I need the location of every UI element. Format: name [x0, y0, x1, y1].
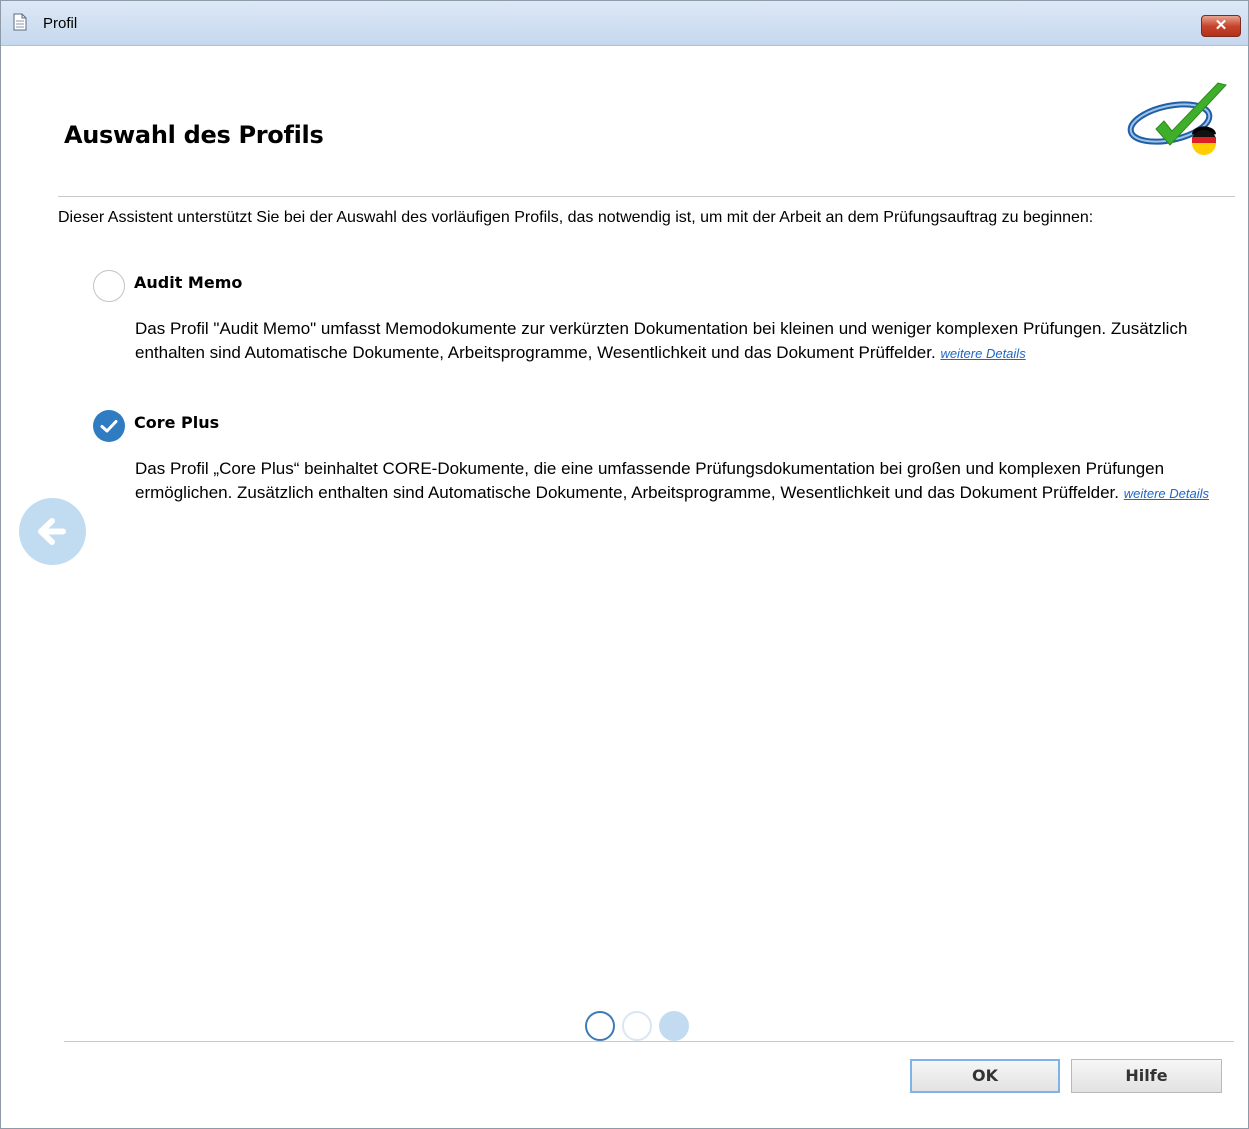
audit-memo-details-link[interactable]: weitere Details [940, 346, 1025, 361]
window-title: Profil [43, 15, 78, 32]
core-plus-details-link[interactable]: weitere Details [1124, 486, 1209, 501]
audit-memo-description-text: Das Profil "Audit Memo" umfasst Memodoku… [135, 319, 1188, 362]
step-2-dot [622, 1011, 652, 1041]
close-button[interactable]: ✕ [1201, 15, 1241, 37]
step-indicator [583, 1011, 693, 1043]
audit-memo-description: Das Profil "Audit Memo" umfasst Memodoku… [135, 317, 1220, 366]
page-title: Auswahl des Profils [64, 121, 324, 149]
header-divider [58, 196, 1235, 197]
step-1-dot [585, 1011, 615, 1041]
checkmark-logo-icon [1127, 82, 1227, 155]
audit-memo-radio[interactable] [93, 270, 125, 302]
back-button[interactable] [19, 498, 86, 565]
footer-divider [64, 1041, 1234, 1042]
step-3-dot [659, 1011, 689, 1041]
ok-button[interactable]: OK [910, 1059, 1060, 1093]
profile-dialog: Profil ✕ Auswahl des Profils Dieser Assi… [0, 0, 1249, 1129]
help-button[interactable]: Hilfe [1071, 1059, 1222, 1093]
core-plus-description-text: Das Profil „Core Plus“ beinhaltet CORE-D… [135, 459, 1165, 502]
core-plus-description: Das Profil „Core Plus“ beinhaltet CORE-D… [135, 457, 1220, 506]
document-icon [13, 13, 27, 31]
core-plus-title[interactable]: Core Plus [134, 413, 219, 432]
intro-text: Dieser Assistent unterstützt Sie bei der… [58, 209, 1094, 226]
core-plus-radio[interactable] [93, 410, 125, 442]
title-bar: Profil ✕ [1, 1, 1248, 46]
audit-memo-title[interactable]: Audit Memo [134, 273, 242, 292]
arrow-left-icon [38, 518, 66, 545]
close-icon: ✕ [1214, 17, 1228, 34]
checkmark-icon [100, 420, 118, 433]
